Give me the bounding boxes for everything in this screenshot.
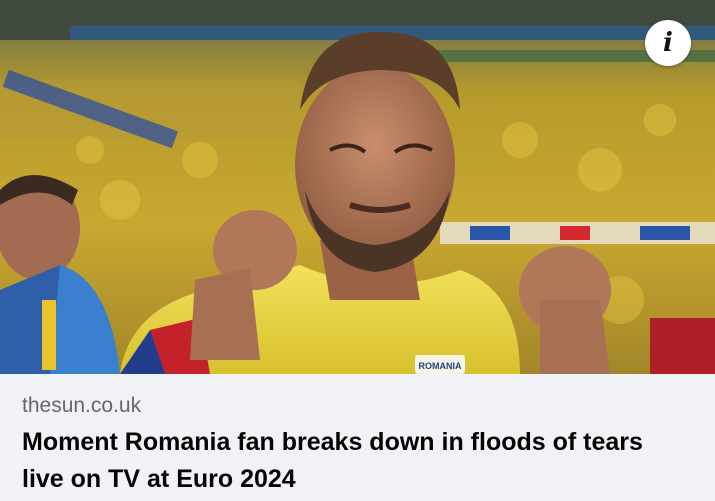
jersey-text: ROMANIA: [419, 361, 462, 371]
article-image[interactable]: ROMANIA i: [0, 0, 715, 374]
info-icon: i: [663, 28, 673, 58]
source-domain: thesun.co.uk: [22, 394, 142, 417]
link-preview-meta[interactable]: thesun.co.uk Moment Romania fan breaks d…: [0, 374, 715, 501]
article-headline[interactable]: Moment Romania fan breaks down in floods…: [22, 424, 682, 498]
info-button[interactable]: i: [645, 20, 691, 66]
stadium-photo: ROMANIA: [0, 0, 715, 374]
link-preview-card[interactable]: ROMANIA i thesun.co.uk Moment Romania fa…: [0, 0, 715, 501]
